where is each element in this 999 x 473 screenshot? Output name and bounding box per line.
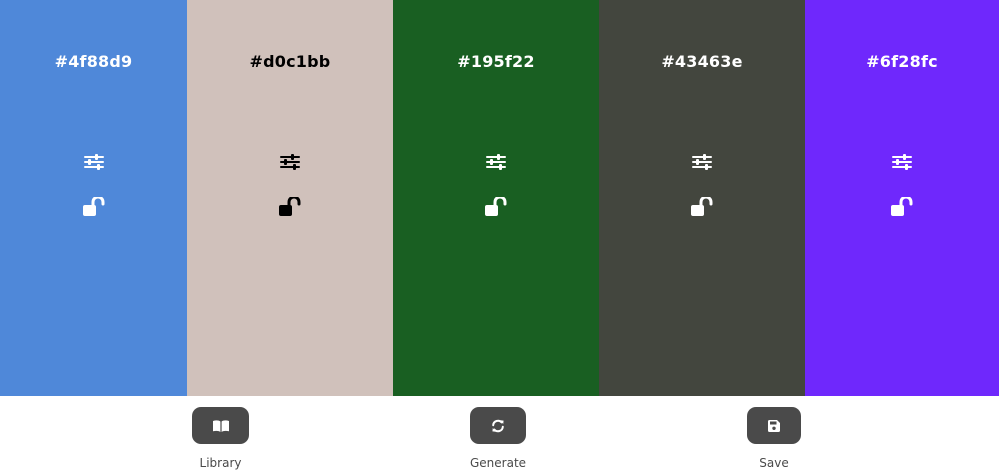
library-button[interactable] xyxy=(192,407,249,444)
sliders-icon xyxy=(280,154,300,170)
save-icon xyxy=(768,419,780,432)
adjust-button[interactable] xyxy=(277,149,303,175)
save-button[interactable] xyxy=(747,407,801,444)
save-action: Save xyxy=(747,407,801,470)
action-panel: Library Generate Save xyxy=(0,396,999,473)
unlock-icon xyxy=(279,197,301,216)
color-swatch-5: #6f28fc xyxy=(805,0,999,396)
color-swatch-1: #4f88d9 xyxy=(0,0,187,396)
lock-toggle-button[interactable] xyxy=(483,194,509,220)
lock-toggle-button[interactable] xyxy=(689,194,715,220)
lock-toggle-button[interactable] xyxy=(81,194,107,220)
sliders-icon xyxy=(486,154,506,170)
unlock-icon xyxy=(691,197,713,216)
color-swatch-4: #43463e xyxy=(599,0,805,396)
color-swatch-3: #195f22 xyxy=(393,0,599,396)
generate-label: Generate xyxy=(469,456,527,470)
sliders-icon xyxy=(692,154,712,170)
sliders-icon xyxy=(83,154,104,170)
adjust-button[interactable] xyxy=(689,149,715,175)
color-swatch-2: #d0c1bb xyxy=(187,0,393,396)
library-label: Library xyxy=(199,456,242,470)
library-action: Library xyxy=(192,407,249,470)
unlock-icon xyxy=(82,197,104,216)
unlock-icon xyxy=(485,197,507,216)
sliders-icon xyxy=(892,154,912,170)
save-label: Save xyxy=(759,456,789,470)
generate-button[interactable] xyxy=(470,407,526,444)
adjust-button[interactable] xyxy=(81,149,107,175)
adjust-button[interactable] xyxy=(483,149,509,175)
lock-toggle-button[interactable] xyxy=(277,194,303,220)
hex-label: #d0c1bb xyxy=(249,52,331,71)
hex-label: #4f88d9 xyxy=(54,52,133,71)
color-palette: #4f88d9 #d0c1bb #195f22 #43463e #6f28fc xyxy=(0,0,999,396)
hex-label: #6f28fc xyxy=(866,52,938,71)
palette-generator-app: #4f88d9 #d0c1bb #195f22 #43463e #6f28fc … xyxy=(0,0,999,473)
hex-label: #43463e xyxy=(661,52,743,71)
adjust-button[interactable] xyxy=(889,149,915,175)
generate-action: Generate xyxy=(470,407,526,470)
book-icon xyxy=(212,419,229,432)
refresh-icon xyxy=(492,419,504,432)
unlock-icon xyxy=(891,197,913,216)
lock-toggle-button[interactable] xyxy=(889,194,915,220)
hex-label: #195f22 xyxy=(457,52,535,71)
